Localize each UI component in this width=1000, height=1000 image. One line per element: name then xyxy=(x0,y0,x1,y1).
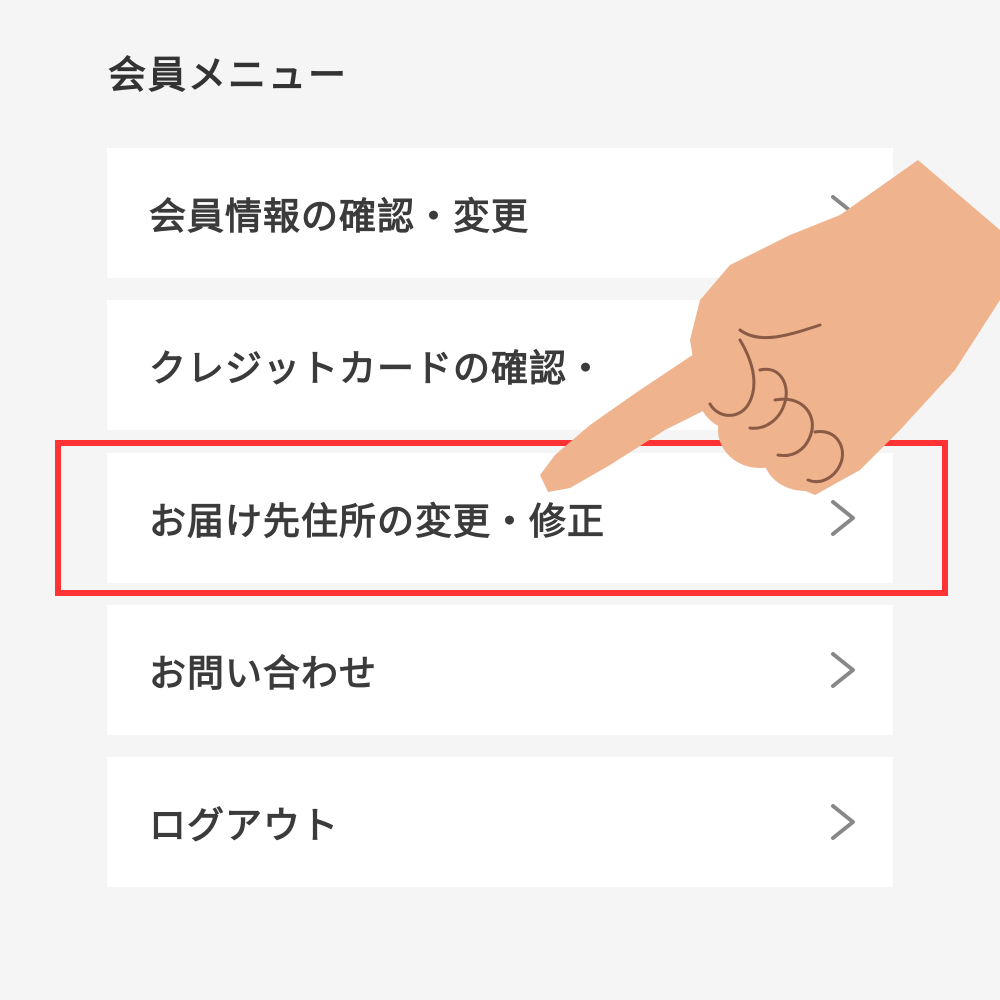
menu-item-logout[interactable]: ログアウト xyxy=(107,757,893,887)
menu-item-label: お届け先住所の変更・修正 xyxy=(149,500,605,543)
chevron-right-icon xyxy=(831,500,855,536)
menu-item-contact[interactable]: お問い合わせ xyxy=(107,605,893,735)
menu-item-label: 会員情報の確認・変更 xyxy=(149,195,529,238)
menu-item-credit-card[interactable]: クレジットカードの確認・ xyxy=(107,300,893,430)
menu-item-label: ログアウト xyxy=(149,804,339,847)
page-title: 会員メニュー xyxy=(108,53,349,97)
menu-item-label: クレジットカードの確認・ xyxy=(149,347,605,390)
menu-item-shipping-address[interactable]: お届け先住所の変更・修正 xyxy=(107,453,893,583)
menu-item-member-info[interactable]: 会員情報の確認・変更 xyxy=(107,148,893,278)
chevron-right-icon xyxy=(831,195,855,231)
chevron-right-icon xyxy=(831,347,855,383)
chevron-right-icon xyxy=(831,804,855,840)
menu-item-label: お問い合わせ xyxy=(149,652,377,695)
chevron-right-icon xyxy=(831,652,855,688)
